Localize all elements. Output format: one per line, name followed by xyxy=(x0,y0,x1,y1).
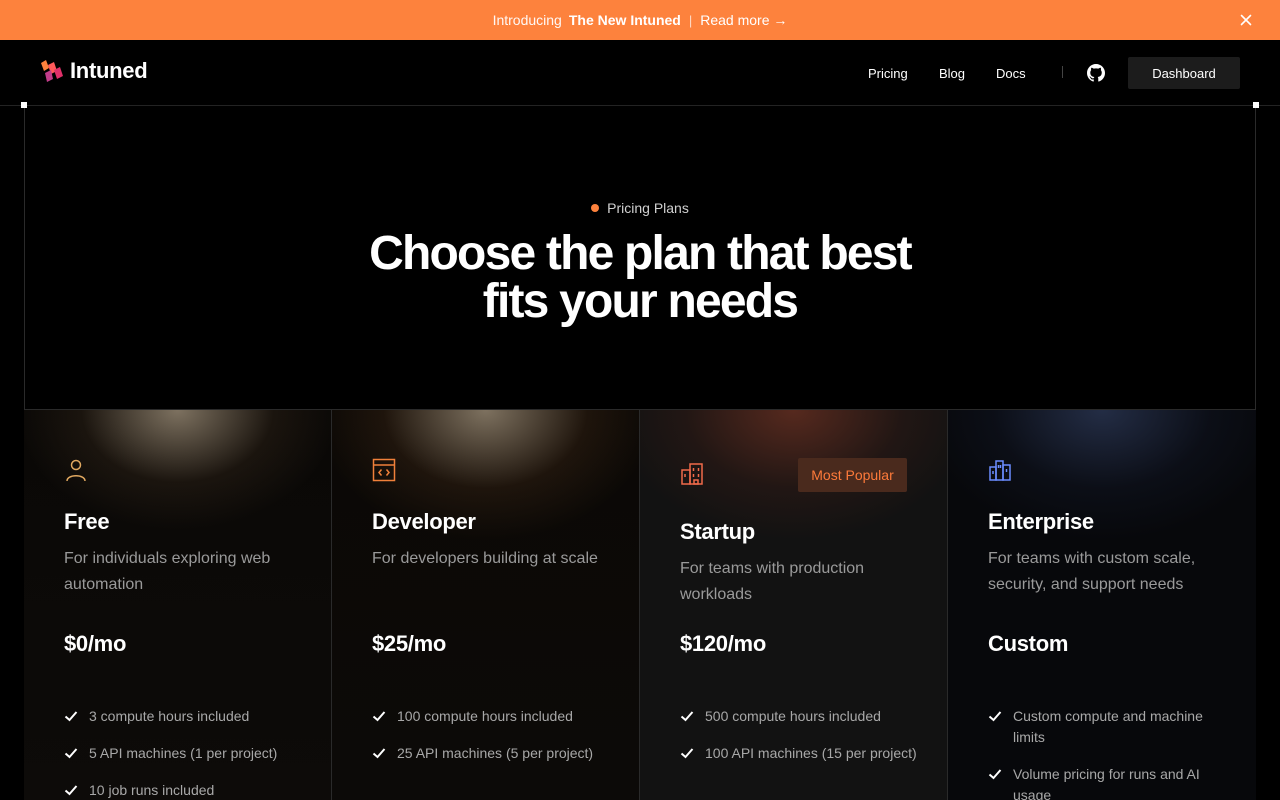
feature-item: Custom compute and machine limits xyxy=(988,706,1228,748)
plan-card-startup: Most Popular Startup For teams with prod… xyxy=(640,410,948,800)
nav-divider xyxy=(1062,66,1063,78)
plan-features: Custom compute and machine limits Volume… xyxy=(988,706,1228,800)
github-icon[interactable] xyxy=(1087,64,1105,82)
pricing-cards: Free For individuals exploring web autom… xyxy=(24,410,1256,800)
feature-text: 3 compute hours included xyxy=(89,708,250,724)
close-icon[interactable] xyxy=(1238,12,1254,28)
banner-highlight-text[interactable]: The New Intuned xyxy=(569,12,681,28)
nav-link-pricing[interactable]: Pricing xyxy=(868,66,908,81)
page-title-line-2: fits your needs xyxy=(482,275,799,328)
plan-name: Enterprise xyxy=(988,509,1094,534)
plan-description: For developers building at scale xyxy=(372,550,598,567)
plan-price: Custom xyxy=(988,631,1069,656)
check-icon xyxy=(64,711,78,722)
plan-description: For teams with production workloads xyxy=(680,560,865,603)
feature-text: 500 compute hours included xyxy=(705,708,881,724)
nav-link-docs[interactable]: Docs xyxy=(996,66,1026,81)
plan-description: For individuals exploring web automation xyxy=(64,550,271,593)
user-icon xyxy=(66,459,86,482)
check-icon xyxy=(64,785,78,796)
page-title: Choose the plan that best fits your need… xyxy=(0,230,1280,326)
check-icon xyxy=(372,711,386,722)
check-icon xyxy=(64,748,78,759)
brand-logo[interactable]: Intuned xyxy=(40,58,148,84)
plan-price: $25/mo xyxy=(372,631,447,656)
plan-features: 100 compute hours included 25 API machin… xyxy=(372,706,612,780)
check-icon xyxy=(988,711,1002,722)
plan-name: Developer xyxy=(372,509,476,534)
plan-card-developer: Developer For developers building at sca… xyxy=(332,410,640,800)
plan-price: $0/mo xyxy=(64,631,127,656)
banner-read-more-link[interactable]: Read more → xyxy=(700,12,787,28)
plan-name: Startup xyxy=(680,519,755,544)
banner-intro-text: Introducing xyxy=(492,12,562,28)
feature-text: Custom compute and machine limits xyxy=(1013,708,1203,745)
plan-card-enterprise: Enterprise For teams with custom scale, … xyxy=(948,410,1256,800)
announcement-banner: Introducing The New Intuned | Read more … xyxy=(0,0,1280,40)
check-icon xyxy=(680,711,694,722)
feature-item: 100 compute hours included xyxy=(372,706,612,727)
check-icon xyxy=(680,748,694,759)
nav-link-blog[interactable]: Blog xyxy=(939,66,965,81)
plan-features: 3 compute hours included 5 API machines … xyxy=(64,706,304,800)
check-icon xyxy=(372,748,386,759)
plan-card-free: Free For individuals exploring web autom… xyxy=(24,410,332,800)
feature-text: 100 API machines (15 per project) xyxy=(705,745,917,761)
eyebrow-label: Pricing Plans xyxy=(607,200,689,216)
brand-name: Intuned xyxy=(70,58,148,83)
eyebrow-dot-icon xyxy=(591,204,600,212)
feature-text: 100 compute hours included xyxy=(397,708,573,724)
plan-features: 500 compute hours included 100 API machi… xyxy=(680,706,920,780)
top-nav: Intuned Pricing Blog Docs Dashboard xyxy=(0,40,1280,106)
code-window-icon xyxy=(372,458,396,482)
frame-corner-right xyxy=(1253,102,1259,108)
building-icon xyxy=(681,463,703,485)
plan-description: For teams with custom scale, security, a… xyxy=(988,550,1196,593)
feature-text: 25 API machines (5 per project) xyxy=(397,745,594,761)
check-icon xyxy=(988,769,1002,780)
plan-price: $120/mo xyxy=(680,631,766,656)
plan-name: Free xyxy=(64,509,110,534)
feature-item: 10 job runs included xyxy=(64,780,304,800)
feature-text: 10 job runs included xyxy=(89,782,215,798)
feature-item: Volume pricing for runs and AI usage xyxy=(988,764,1228,800)
intuned-logo-icon xyxy=(41,60,63,82)
frame-corner-left xyxy=(21,102,27,108)
dashboard-button[interactable]: Dashboard xyxy=(1128,57,1240,89)
feature-text: 5 API machines (1 per project) xyxy=(89,745,278,761)
banner-separator: | xyxy=(688,12,693,28)
feature-item: 25 API machines (5 per project) xyxy=(372,743,612,764)
feature-item: 5 API machines (1 per project) xyxy=(64,743,304,764)
city-icon xyxy=(989,460,1011,481)
feature-item: 500 compute hours included xyxy=(680,706,920,727)
page-title-line-1: Choose the plan that best xyxy=(369,227,913,280)
pricing-eyebrow: Pricing Plans xyxy=(0,200,1280,216)
feature-item: 100 API machines (15 per project) xyxy=(680,743,920,764)
most-popular-badge: Most Popular xyxy=(798,458,907,492)
feature-item: 3 compute hours included xyxy=(64,706,304,727)
feature-text: Volume pricing for runs and AI usage xyxy=(1013,766,1200,800)
